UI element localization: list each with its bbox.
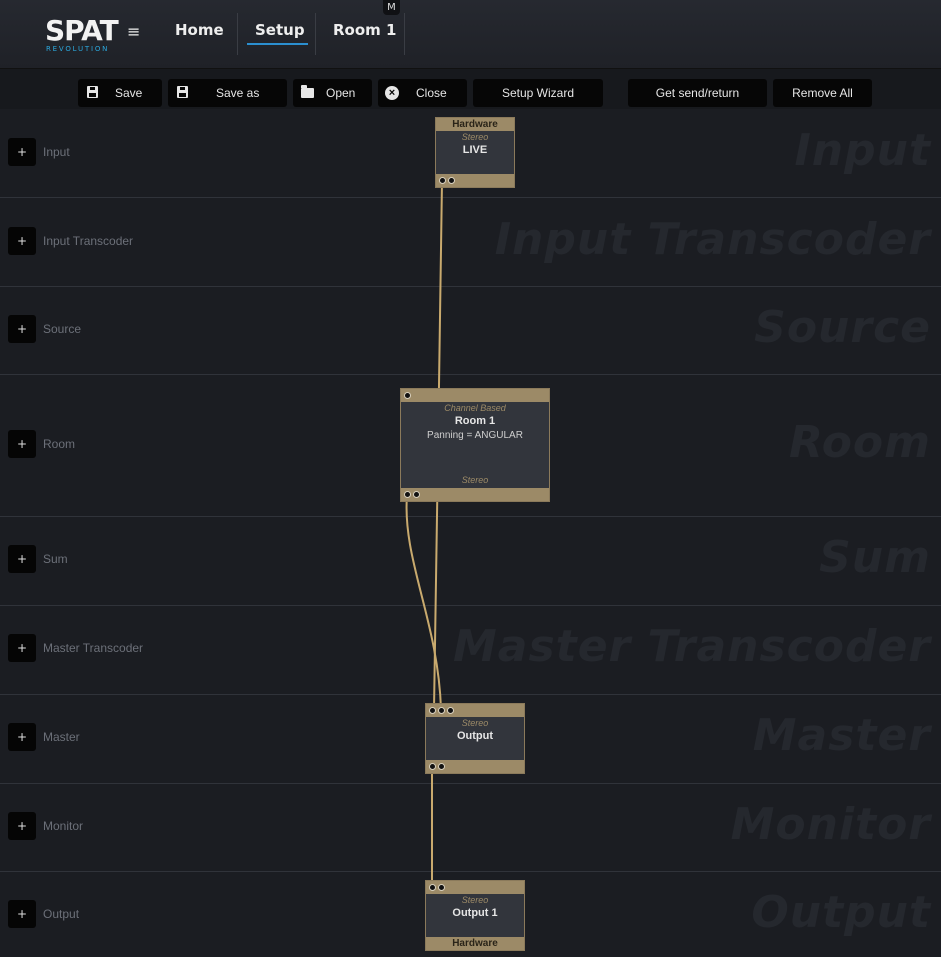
node-top-bar [426, 704, 524, 717]
hamburger-menu-icon[interactable]: ≡ [127, 22, 140, 41]
setup-wizard-button[interactable]: Setup Wizard [473, 79, 603, 107]
output-port[interactable] [404, 491, 411, 498]
close-button-label: Close [416, 86, 447, 100]
tab-divider [315, 13, 316, 55]
output-port[interactable] [429, 763, 436, 770]
row-watermark: Master [752, 710, 931, 761]
row-watermark: Sum [819, 532, 931, 583]
output-1-node[interactable]: Stereo Output 1 Hardware [425, 880, 525, 951]
row-monitor: + Monitor Monitor [0, 784, 941, 872]
row-watermark: Source [754, 302, 931, 353]
row-label: Room [43, 437, 76, 451]
top-bar: SPAT REVOLUTION ≡ Home Setup Room 1 M [0, 0, 941, 69]
node-top-bar [401, 389, 549, 402]
output-port[interactable] [438, 763, 445, 770]
row-source: + Source Source [0, 287, 941, 375]
input-port[interactable] [404, 392, 411, 399]
input-port[interactable] [447, 707, 454, 714]
add-monitor-button[interactable]: + [8, 812, 36, 840]
master-badge[interactable]: M [383, 0, 400, 15]
input-port[interactable] [429, 707, 436, 714]
toolbar: Save Save as Open × Close Setup Wizard G… [0, 69, 941, 109]
node-type: Channel Based [444, 403, 506, 413]
tab-divider [404, 13, 405, 55]
row-watermark: Output [751, 887, 931, 938]
open-button-label: Open [326, 86, 356, 100]
row-master-transcoder: + Master Transcoder Master Transcoder [0, 606, 941, 695]
node-name: Output [456, 730, 494, 742]
active-tab-indicator [247, 43, 308, 45]
node-bottom-bar [401, 488, 549, 501]
add-room-button[interactable]: + [8, 430, 36, 458]
node-hardware-label: Hardware [452, 938, 498, 949]
node-top-bar: Hardware [436, 118, 514, 131]
floppy-disk-icon [177, 86, 188, 98]
tab-divider [237, 13, 238, 55]
input-port[interactable] [429, 884, 436, 891]
tab-room-1[interactable]: Room 1 [333, 21, 396, 39]
save-as-button-label: Save as [216, 86, 260, 100]
row-label: Sum [43, 552, 68, 566]
add-master-transcoder-button[interactable]: + [8, 634, 36, 662]
row-label: Master [43, 730, 80, 744]
row-watermark: Room [789, 417, 931, 468]
save-button[interactable]: Save [78, 79, 162, 107]
get-send-return-button[interactable]: Get send/return [628, 79, 767, 107]
add-input-button[interactable]: + [8, 138, 36, 166]
row-watermark: Master Transcoder [453, 621, 931, 672]
row-label: Output [43, 907, 80, 921]
node-format: Stereo [461, 895, 489, 905]
logo-main-text: SPAT [45, 14, 119, 47]
row-label: Input [43, 145, 70, 159]
master-output-node[interactable]: Stereo Output [425, 703, 525, 774]
input-port[interactable] [438, 707, 445, 714]
logo-sub-text: REVOLUTION [46, 45, 110, 53]
save-button-label: Save [115, 86, 143, 100]
row-watermark: Monitor [730, 799, 931, 850]
add-input-transcoder-button[interactable]: + [8, 227, 36, 255]
row-label: Master Transcoder [43, 641, 144, 655]
input-live-node[interactable]: Hardware Stereo LIVE [435, 117, 515, 188]
add-sum-button[interactable]: + [8, 545, 36, 573]
add-source-button[interactable]: + [8, 315, 36, 343]
node-hardware-label: Hardware [452, 119, 498, 130]
input-port[interactable] [438, 884, 445, 891]
node-name: Room 1 [454, 415, 496, 427]
row-sum: + Sum Sum [0, 517, 941, 606]
node-format: Stereo [461, 132, 489, 142]
node-format: Stereo [461, 718, 489, 728]
node-name: Output 1 [452, 907, 498, 919]
row-input-transcoder: + Input Transcoder Input Transcoder [0, 198, 941, 287]
output-port[interactable] [448, 177, 455, 184]
node-bottom-bar [426, 760, 524, 773]
tab-setup[interactable]: Setup [255, 21, 305, 39]
remove-all-button[interactable]: Remove All [773, 79, 872, 107]
tab-home[interactable]: Home [175, 21, 224, 39]
output-port[interactable] [413, 491, 420, 498]
spat-revolution-logo[interactable]: SPAT REVOLUTION [45, 14, 119, 54]
close-button[interactable]: × Close [378, 79, 467, 107]
node-name: LIVE [462, 144, 488, 156]
node-format: Stereo [461, 475, 489, 485]
row-watermark: Input [794, 125, 931, 176]
folder-icon [301, 85, 314, 98]
node-bottom-bar [436, 174, 514, 187]
row-label: Source [43, 322, 82, 336]
save-as-button[interactable]: Save as [168, 79, 287, 107]
add-master-button[interactable]: + [8, 723, 36, 751]
row-label: Input Transcoder [43, 234, 134, 248]
room-1-node[interactable]: Channel Based Room 1 Panning = ANGULAR S… [400, 388, 550, 502]
output-port[interactable] [439, 177, 446, 184]
node-bottom-bar: Hardware [426, 937, 524, 950]
open-button[interactable]: Open [293, 79, 372, 107]
node-top-bar [426, 881, 524, 894]
floppy-disk-icon [87, 86, 98, 98]
row-label: Monitor [43, 819, 84, 833]
close-icon: × [385, 86, 399, 100]
row-watermark: Input Transcoder [494, 214, 931, 265]
panning-mode: Panning = ANGULAR [427, 430, 523, 441]
add-output-button[interactable]: + [8, 900, 36, 928]
